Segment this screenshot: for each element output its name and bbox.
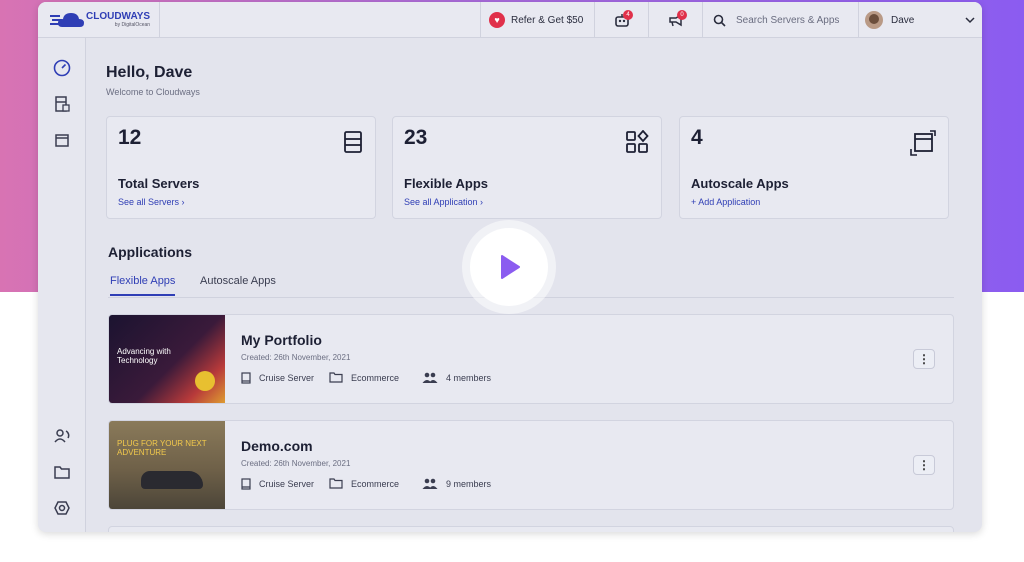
cloudways-logo[interactable]: CLOUDWAYS by DigitalOcean bbox=[38, 2, 160, 38]
settings-icon[interactable] bbox=[52, 498, 72, 518]
server-name: Cruise Server bbox=[259, 373, 315, 383]
stat-label: Total Servers bbox=[118, 176, 200, 191]
search-icon bbox=[713, 14, 726, 27]
folder-icon bbox=[329, 372, 343, 383]
stat-label: Flexible Apps bbox=[404, 176, 489, 191]
stat-card-servers: 12 Total Servers See all Servers › bbox=[106, 116, 376, 219]
stat-value: 12 bbox=[118, 126, 142, 149]
thumbnail-text: PLUG FOR YOUR NEXT ADVENTURE bbox=[117, 439, 207, 457]
server-name: Cruise Server bbox=[259, 479, 315, 489]
app-card[interactable]: PLUG FOR YOUR NEXT ADVENTURE Demo.com Cr… bbox=[108, 420, 954, 510]
app-server: Cruise Server bbox=[241, 372, 314, 384]
announcements-button[interactable]: 0 bbox=[648, 2, 702, 38]
stat-card-flexible-apps: 23 Flexible Apps See all Application › bbox=[392, 116, 662, 219]
app-card-partial[interactable] bbox=[108, 526, 954, 532]
page-subtitle: Welcome to Cloudways bbox=[106, 87, 200, 97]
applications-heading: Applications bbox=[108, 244, 193, 260]
folder-icon bbox=[329, 478, 343, 489]
search-placeholder: Search Servers & Apps bbox=[736, 14, 840, 26]
play-button-inner bbox=[470, 228, 548, 306]
brand-name: CLOUDWAYS bbox=[86, 11, 151, 22]
server-icon bbox=[241, 372, 251, 384]
bot-badge: 4 bbox=[623, 10, 633, 20]
more-options-button[interactable]: ⋮ bbox=[913, 349, 935, 369]
heart-icon: ♥ bbox=[489, 12, 505, 28]
app-created: Created: 26th November, 2021 bbox=[241, 353, 351, 362]
tab-autoscale-apps[interactable]: Autoscale Apps bbox=[200, 275, 276, 287]
app-server: Cruise Server bbox=[241, 478, 314, 490]
more-options-button[interactable]: ⋮ bbox=[913, 455, 935, 475]
avatar bbox=[865, 11, 883, 29]
bot-button[interactable]: 4 bbox=[594, 2, 648, 38]
dashboard-icon[interactable] bbox=[52, 58, 72, 78]
servers-icon[interactable] bbox=[52, 94, 72, 114]
refer-button[interactable]: ♥ Refer & Get $50 bbox=[480, 2, 594, 38]
top-bar: CLOUDWAYS by DigitalOcean ♥ Refer & Get … bbox=[38, 2, 982, 38]
members-count: 9 members bbox=[446, 478, 492, 489]
chevron-down-icon bbox=[965, 17, 975, 24]
members-icon bbox=[422, 478, 438, 489]
cloud-logo-icon bbox=[50, 13, 84, 27]
announce-badge: 0 bbox=[677, 10, 687, 20]
stat-card-autoscale-apps: 4 Autoscale Apps + Add Application bbox=[679, 116, 949, 219]
stat-value: 23 bbox=[404, 126, 428, 149]
server-stack-icon bbox=[344, 131, 362, 153]
play-icon bbox=[501, 255, 520, 279]
app-thumbnail: Advancing with Technology bbox=[109, 315, 225, 403]
stat-value: 4 bbox=[691, 126, 703, 149]
app-created: Created: 26th November, 2021 bbox=[241, 459, 351, 468]
app-category: Ecommerce bbox=[329, 478, 399, 489]
team-icon[interactable] bbox=[52, 426, 72, 446]
folder-icon[interactable] bbox=[52, 462, 72, 482]
autoscale-window-icon bbox=[910, 130, 936, 156]
page-title: Hello, Dave bbox=[106, 64, 193, 81]
user-menu[interactable]: Dave bbox=[858, 2, 982, 38]
thumbnail-text: Advancing with Technology bbox=[117, 347, 171, 365]
brand-sub: by DigitalOcean bbox=[114, 22, 151, 28]
see-all-servers-link[interactable]: See all Servers › bbox=[118, 197, 185, 207]
app-category: Ecommerce bbox=[329, 372, 399, 383]
add-application-link[interactable]: + Add Application bbox=[691, 197, 760, 207]
app-members: 9 members bbox=[422, 478, 491, 489]
video-play-button[interactable] bbox=[462, 220, 556, 314]
tab-flexible-apps[interactable]: Flexible Apps bbox=[110, 275, 176, 296]
app-members: 4 members bbox=[422, 372, 491, 383]
apps-grid-icon bbox=[626, 130, 649, 153]
search-box[interactable]: Search Servers & Apps bbox=[702, 2, 858, 38]
members-count: 4 members bbox=[446, 372, 492, 383]
category-name: Ecommerce bbox=[351, 478, 400, 489]
thumbnail-graphic bbox=[141, 471, 203, 489]
thumbnail-graphic bbox=[195, 371, 215, 391]
refer-label: Refer & Get $50 bbox=[511, 14, 584, 26]
sidebar bbox=[38, 38, 86, 532]
autoscale-icon[interactable] bbox=[52, 130, 72, 150]
members-icon bbox=[422, 372, 438, 383]
see-all-application-link[interactable]: See all Application › bbox=[404, 197, 483, 207]
app-name[interactable]: Demo.com bbox=[241, 438, 313, 454]
app-name[interactable]: My Portfolio bbox=[241, 332, 322, 348]
stat-label: Autoscale Apps bbox=[691, 176, 789, 191]
app-card[interactable]: Advancing with Technology My Portfolio C… bbox=[108, 314, 954, 404]
user-name: Dave bbox=[891, 14, 915, 26]
server-icon bbox=[241, 478, 251, 490]
app-thumbnail: PLUG FOR YOUR NEXT ADVENTURE bbox=[109, 421, 225, 509]
category-name: Ecommerce bbox=[351, 372, 400, 383]
